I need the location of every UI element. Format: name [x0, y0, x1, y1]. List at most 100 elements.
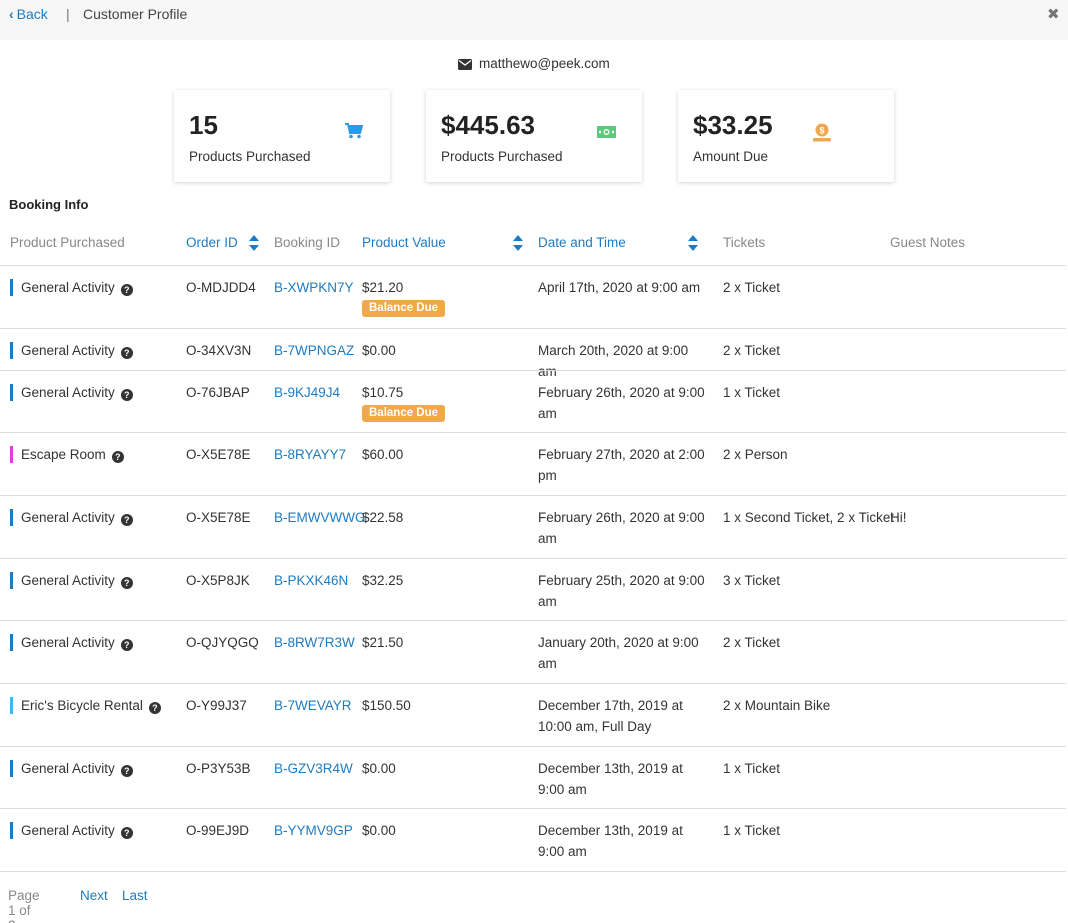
product-value: $150.50 [362, 698, 411, 713]
column-header-product-value[interactable]: Product Value [362, 235, 446, 250]
order-id: O-Y99J37 [186, 698, 247, 713]
product-value: $21.20 [362, 280, 404, 295]
order-id: O-P3Y53B [186, 761, 251, 776]
next-page-link[interactable]: Next [80, 888, 108, 903]
stat-value: $445.63 [441, 110, 535, 140]
date-time: March 20th, 2020 at 9:00 am [538, 343, 689, 379]
tickets: 2 x Ticket [723, 343, 781, 358]
stat-card-amount-due: $33.25 Amount Due $ [678, 90, 894, 182]
booking-id-link[interactable]: B-9KJ49J4 [274, 382, 340, 403]
question-icon[interactable]: ? [120, 347, 133, 359]
product-value: $0.00 [362, 823, 396, 838]
stat-label: Amount Due [693, 149, 769, 164]
column-header-tickets: Tickets [723, 235, 766, 250]
booking-id-link[interactable]: B-PKXK46N [274, 570, 348, 591]
row-divider [0, 495, 1066, 496]
row-divider [0, 871, 1066, 872]
stat-card-products-count: 15 Products Purchased [174, 90, 390, 182]
tickets: 2 x Ticket [723, 635, 781, 650]
question-icon[interactable]: ? [120, 639, 133, 651]
booking-id-link[interactable]: B-EMWVWWG [274, 507, 365, 528]
tickets: 1 x Ticket [723, 385, 781, 400]
guest-notes: Hi! [890, 510, 907, 525]
sort-icon[interactable] [688, 235, 698, 253]
booking-id-link[interactable]: B-YYMV9GP [274, 820, 353, 841]
product-name: Escape Room [21, 447, 106, 462]
close-icon[interactable]: ✖ [1047, 5, 1060, 23]
sort-icon[interactable] [513, 235, 523, 253]
product-color-bar [10, 822, 13, 839]
status-badge: Balance Due [362, 300, 446, 317]
date-time: February 27th, 2020 at 2:00 pm [538, 447, 705, 483]
stat-value: $33.25 [693, 110, 773, 140]
question-icon[interactable]: ? [120, 284, 133, 296]
product-name: General Activity [21, 510, 115, 525]
email-text: matthewo@peek.com [479, 56, 610, 71]
status-badge: Balance Due [362, 405, 446, 422]
product-name: General Activity [21, 343, 115, 358]
date-time: April 17th, 2020 at 9:00 am [538, 280, 701, 295]
tickets: 1 x Second Ticket, 2 x Ticket [723, 510, 895, 525]
question-icon[interactable]: ? [120, 577, 133, 589]
page-indicator: Page 1 of 2 [8, 888, 40, 923]
question-icon[interactable]: ? [120, 827, 133, 839]
envelope-icon [458, 59, 473, 70]
stat-label: Products Purchased [441, 149, 563, 164]
question-icon[interactable]: ? [120, 389, 133, 401]
booking-id-link[interactable]: B-XWPKN7Y [274, 277, 354, 298]
product-cell: Eric's Bicycle Rental? [21, 695, 161, 716]
back-button[interactable]: ‹ Back [9, 6, 48, 22]
product-color-bar [10, 572, 13, 589]
date-time: January 20th, 2020 at 9:00 am [538, 635, 699, 671]
booking-id-link[interactable]: B-GZV3R4W [274, 758, 353, 779]
row-divider [0, 620, 1066, 621]
question-icon[interactable]: ? [148, 702, 161, 714]
product-name: General Activity [21, 385, 115, 400]
stat-card-products-value: $445.63 Products Purchased [426, 90, 642, 182]
date-time: December 17th, 2019 at 10:00 am, Full Da… [538, 698, 683, 734]
product-value: $0.00 [362, 343, 396, 358]
booking-id-link[interactable]: B-7WPNGAZ [274, 340, 354, 361]
product-color-bar [10, 446, 13, 463]
tickets: 1 x Ticket [723, 823, 781, 838]
tickets: 2 x Ticket [723, 280, 781, 295]
money-icon [597, 126, 616, 138]
order-id: O-34XV3N [186, 343, 252, 358]
question-icon[interactable]: ? [120, 514, 133, 526]
order-id: O-QJYQGQ [186, 635, 259, 650]
date-time: December 13th, 2019 at 9:00 am [538, 761, 683, 797]
sort-icon[interactable] [249, 235, 259, 253]
product-color-bar [10, 342, 13, 359]
product-name: General Activity [21, 761, 115, 776]
column-header-date-time[interactable]: Date and Time [538, 235, 626, 250]
svg-text:$: $ [819, 126, 824, 136]
column-header-booking-id: Booking ID [274, 235, 341, 250]
question-icon[interactable]: ? [120, 765, 133, 777]
product-cell: General Activity? [21, 820, 133, 841]
product-value: $60.00 [362, 447, 404, 462]
column-header-order-id[interactable]: Order ID [186, 235, 238, 250]
product-cell: Escape Room? [21, 444, 124, 465]
booking-id-link[interactable]: B-8RYAYY7 [274, 444, 346, 465]
column-header-product: Product Purchased [10, 235, 125, 250]
tickets: 3 x Ticket [723, 573, 781, 588]
order-id: O-X5P8JK [186, 573, 250, 588]
product-color-bar [10, 760, 13, 777]
last-page-link[interactable]: Last [122, 888, 148, 903]
order-id: O-MDJDD4 [186, 280, 256, 295]
order-id: O-X5E78E [186, 510, 251, 525]
tickets: 2 x Mountain Bike [723, 698, 831, 713]
stat-label: Products Purchased [189, 149, 311, 164]
product-cell: General Activity? [21, 277, 133, 298]
tickets: 1 x Ticket [723, 761, 781, 776]
booking-id-link[interactable]: B-7WEVAYR [274, 695, 352, 716]
row-divider [0, 558, 1066, 559]
money-hand-icon: $ [813, 123, 831, 142]
booking-id-link[interactable]: B-8RW7R3W [274, 632, 355, 653]
question-icon[interactable]: ? [111, 451, 124, 463]
row-divider [0, 746, 1066, 747]
product-color-bar [10, 509, 13, 526]
back-label: Back [16, 6, 48, 22]
product-cell: General Activity? [21, 632, 133, 653]
product-value: $32.25 [362, 573, 404, 588]
